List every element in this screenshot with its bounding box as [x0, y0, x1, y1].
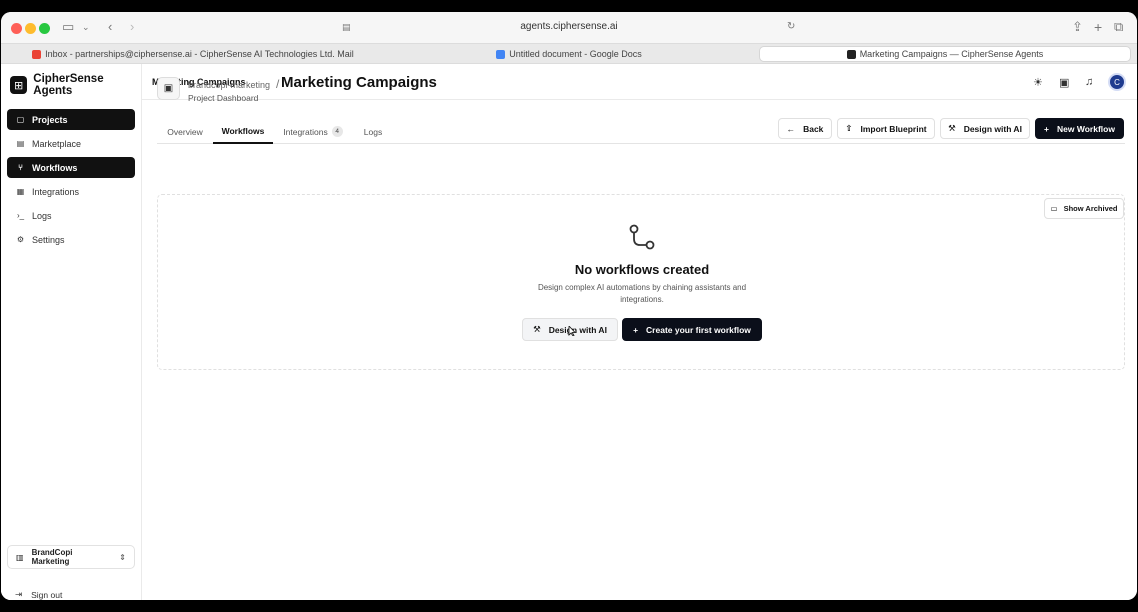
magic-wand-icon: ⚒ [533, 324, 541, 334]
chevron-updown-icon: ⇕ [119, 552, 126, 562]
reload-icon[interactable]: ↻ [787, 19, 795, 35]
tab-integrations[interactable]: Integrations 4 [277, 119, 349, 144]
plus-icon: + [633, 324, 639, 335]
sidebar-item-logs[interactable]: ›_ Logs [7, 205, 135, 226]
sidebar-item-integrations[interactable]: ▦ Integrations [7, 181, 135, 202]
sidebar-item-workflows[interactable]: ⑂ Workflows [7, 157, 135, 178]
page-title: Marketing Campaigns [281, 74, 437, 91]
bell-icon[interactable]: ♫ [1085, 76, 1093, 88]
create-first-workflow-button[interactable]: + Create your first workflow [622, 318, 762, 341]
docs-icon [496, 49, 506, 59]
breadcrumb-separator: / [276, 77, 280, 91]
browser-tab-agents[interactable]: Marketing Campaigns — CipherSense Agents [759, 46, 1131, 62]
theme-toggle-icon[interactable]: ☀ [1033, 76, 1043, 89]
sidebar-item-settings[interactable]: ⚙ Settings [7, 229, 135, 250]
workflow-icon: ⑂ [18, 163, 23, 172]
ciphersense-favicon-icon [846, 49, 856, 59]
browser-window: ▭ ⌄ ‹ › ▤ agents.ciphersense.ai ↻ ⇪ + ⧉ … [1, 12, 1137, 600]
breadcrumb: brandcopi-marketing / [188, 77, 279, 91]
sidebar-item-marketplace[interactable]: ▤ Marketplace [7, 133, 135, 154]
brand[interactable]: ⊞ CipherSense Agents [10, 73, 141, 97]
grid-icon: ▦ [16, 187, 25, 196]
tab-overview[interactable]: Overview [157, 119, 213, 144]
page-subtitle: Project Dashboard [188, 93, 259, 103]
new-tab-icon[interactable]: + [1094, 19, 1102, 35]
breadcrumb-parent[interactable]: brandcopi-marketing [188, 80, 270, 90]
browser-tabbar: Inbox - partnerships@ciphersense.ai - Ci… [1, 43, 1137, 64]
folder-icon: ▢ [16, 115, 25, 124]
org-switcher[interactable]: ▥ BrandCopi Marketing ⇕ [7, 545, 135, 569]
project-tabs: Overview Workflows Integrations 4 Logs [157, 119, 1125, 144]
share-icon[interactable]: ⇪ [1072, 19, 1083, 35]
store-icon: ▤ [16, 139, 25, 148]
browser-tab-docs[interactable]: Untitled document - Google Docs [383, 46, 755, 62]
gift-icon[interactable]: ▣ [1059, 76, 1069, 89]
empty-state-description: Design complex AI automations by chainin… [537, 283, 747, 304]
org-name: BrandCopi Marketing [31, 548, 73, 566]
empty-state: No workflows created Design complex AI a… [157, 194, 1125, 370]
sidebar-item-projects[interactable]: ▢ Projects [7, 109, 135, 130]
logout-icon: ⇥ [15, 589, 23, 599]
tab-overview-icon[interactable]: ⧉ [1114, 19, 1123, 35]
url-bar[interactable]: agents.ciphersense.ai [1, 21, 1137, 32]
project-icon: ▣ [157, 77, 180, 100]
tab-logs[interactable]: Logs [355, 119, 391, 144]
browser-tab-mail[interactable]: Inbox - partnerships@ciphersense.ai - Ci… [7, 46, 379, 62]
gmail-icon [32, 49, 42, 59]
building-icon: ▥ [16, 552, 24, 562]
sign-out-button[interactable]: ⇥ Sign out [15, 589, 62, 600]
mouse-cursor-icon [568, 326, 576, 336]
browser-titlebar: ▭ ⌄ ‹ › ▤ agents.ciphersense.ai ↻ ⇪ + ⧉ [1, 12, 1137, 43]
empty-state-title: No workflows created [574, 262, 710, 277]
ciphersense-logo-icon: ⊞ [10, 76, 28, 94]
tab-workflows[interactable]: Workflows [213, 119, 273, 144]
sidebar: ⊞ CipherSense Agents ▢ Projects ▤ Market… [1, 64, 142, 600]
integrations-count-badge: 4 [331, 126, 343, 137]
terminal-icon: ›_ [16, 211, 25, 220]
gear-icon: ⚙ [16, 235, 25, 244]
avatar[interactable]: C [1108, 73, 1126, 91]
workflow-icon [629, 224, 655, 250]
brand-name: CipherSense Agents [33, 73, 104, 97]
